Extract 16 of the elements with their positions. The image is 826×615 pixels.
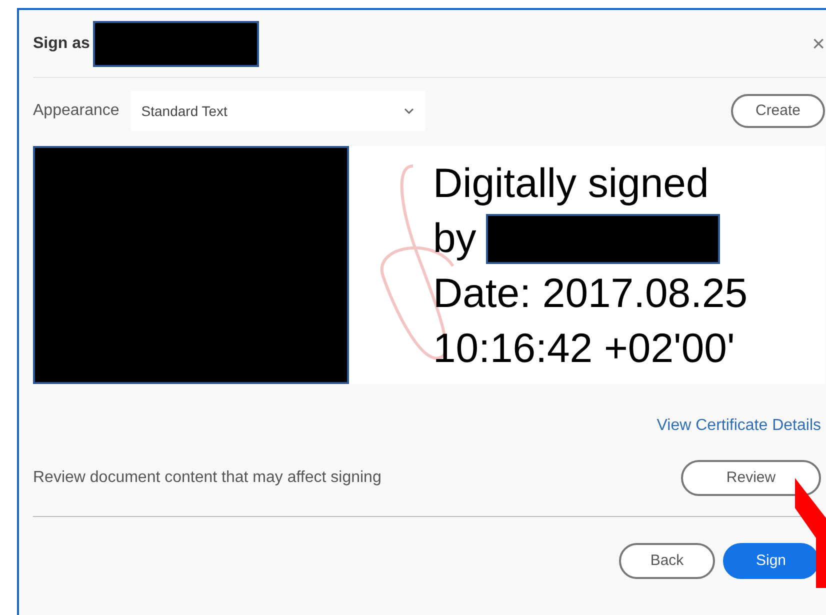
signature-text: Digitally signed: [433, 159, 709, 208]
signature-text: 10:16:42 +02'00': [433, 324, 735, 373]
signature-text: Date: 2017.08.25: [433, 269, 748, 318]
arrow-annotation-icon: [795, 478, 826, 588]
back-button[interactable]: Back: [619, 543, 715, 579]
appearance-label: Appearance: [33, 101, 120, 121]
dialog-title: Sign as: [33, 34, 90, 54]
chevron-down-icon: [403, 107, 416, 115]
create-button[interactable]: Create: [731, 94, 825, 128]
close-button[interactable]: ×: [812, 32, 825, 54]
view-certificate-link[interactable]: View Certificate Details: [656, 414, 821, 438]
signature-text: by: [433, 214, 476, 263]
sign-button[interactable]: Sign: [723, 543, 819, 579]
review-description: Review document content that may affect signing: [33, 468, 382, 488]
appearance-dropdown[interactable]: Standard Text: [131, 91, 426, 131]
review-button[interactable]: Review: [681, 460, 821, 496]
